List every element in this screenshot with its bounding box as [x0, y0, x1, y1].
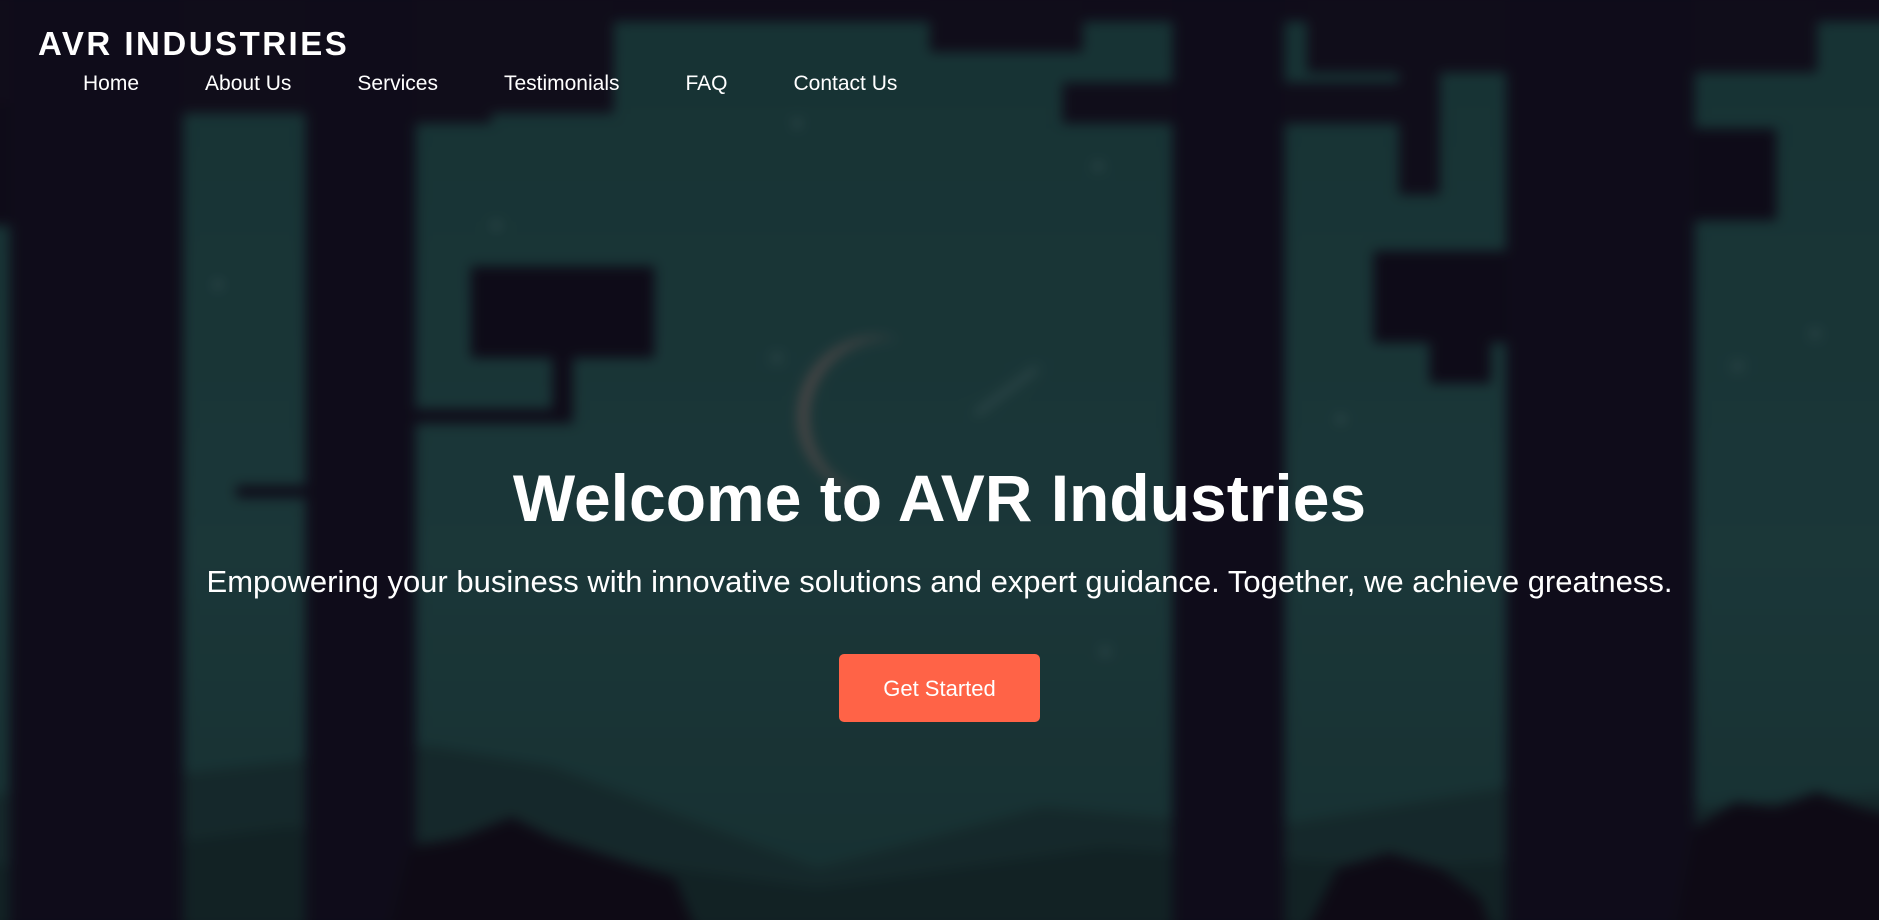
nav-faq-link[interactable]: FAQ [686, 67, 728, 101]
nav-testimonials-link[interactable]: Testimonials [504, 67, 620, 101]
hero-title: Welcome to AVR Industries [512, 461, 1367, 535]
main-navigation: Home About Us Services Testimonials FAQ … [83, 67, 963, 101]
site-header: AVR INDUSTRIES Home About Us Services Te… [38, 22, 963, 101]
brand-logo[interactable]: AVR INDUSTRIES [38, 22, 963, 66]
nav-contact-link[interactable]: Contact Us [794, 67, 898, 101]
nav-home-link[interactable]: Home [83, 67, 139, 101]
nav-about-link[interactable]: About Us [205, 67, 291, 101]
hero-subtitle: Empowering your business with innovative… [206, 564, 1673, 599]
hero-section: Welcome to AVR Industries Empowering you… [0, 452, 1879, 722]
landing-page: AVR INDUSTRIES Home About Us Services Te… [0, 0, 1879, 920]
nav-services-link[interactable]: Services [357, 67, 438, 101]
get-started-button[interactable]: Get Started [839, 654, 1040, 722]
